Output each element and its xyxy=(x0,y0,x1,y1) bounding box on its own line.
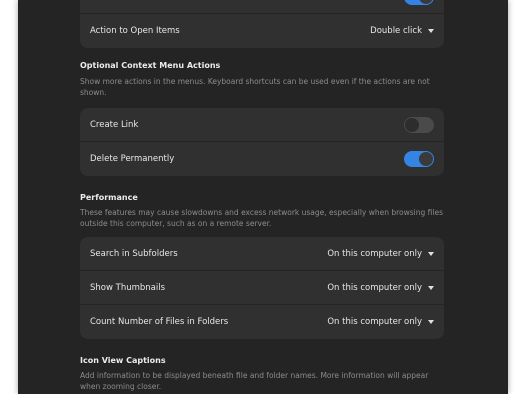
search-subfolders-value: On this computer only xyxy=(327,249,422,259)
icon-view-section-description: Add information to be displayed beneath … xyxy=(80,371,429,391)
hidden-toggle-row xyxy=(80,0,444,14)
toggle-knob xyxy=(419,152,433,166)
action-to-open-label: Action to Open Items xyxy=(90,26,180,36)
chevron-down-icon xyxy=(428,286,434,290)
show-thumbnails-label: Show Thumbnails xyxy=(90,283,166,293)
search-subfolders-dropdown[interactable]: On this computer only xyxy=(327,237,434,271)
show-thumbnails-value: On this computer only xyxy=(327,283,422,293)
count-files-value: On this computer only xyxy=(327,317,422,327)
context-menu-section-title: Optional Context Menu Actions xyxy=(80,61,221,70)
count-files-label: Count Number of Files in Folders xyxy=(90,317,229,327)
performance-section-title: Performance xyxy=(80,193,138,202)
toggle-knob xyxy=(419,0,433,4)
chevron-down-icon xyxy=(428,252,434,256)
count-files-row[interactable]: Count Number of Files in Folders On this… xyxy=(80,305,444,339)
search-subfolders-row[interactable]: Search in Subfolders On this computer on… xyxy=(80,237,444,271)
delete-permanently-row[interactable]: Delete Permanently xyxy=(80,142,444,176)
search-subfolders-label: Search in Subfolders xyxy=(90,249,178,259)
context-menu-section-description: Show more actions in the menus. Keyboard… xyxy=(80,77,430,97)
delete-permanently-label: Delete Permanently xyxy=(90,154,175,164)
performance-section-description: These features may cause slowdowns and e… xyxy=(80,208,443,228)
top-toggle-switch[interactable] xyxy=(404,0,434,5)
action-to-open-value: Double click xyxy=(370,26,422,36)
show-thumbnails-dropdown[interactable]: On this computer only xyxy=(327,271,434,305)
create-link-row[interactable]: Create Link xyxy=(80,108,444,142)
count-files-dropdown[interactable]: On this computer only xyxy=(327,305,434,339)
context-menu-card: Create Link Delete Permanently xyxy=(80,108,444,176)
behavior-card: Action to Open Items Double click xyxy=(80,0,444,48)
delete-permanently-switch[interactable] xyxy=(404,151,434,167)
create-link-switch[interactable] xyxy=(404,117,434,133)
create-link-label: Create Link xyxy=(90,120,139,130)
icon-view-section-title: Icon View Captions xyxy=(80,356,166,365)
chevron-down-icon xyxy=(428,29,434,33)
toggle-knob xyxy=(405,118,419,132)
action-to-open-row[interactable]: Action to Open Items Double click xyxy=(80,14,444,48)
chevron-down-icon xyxy=(428,320,434,324)
show-thumbnails-row[interactable]: Show Thumbnails On this computer only xyxy=(80,271,444,305)
performance-card: Search in Subfolders On this computer on… xyxy=(80,237,444,339)
preferences-window: Action to Open Items Double click Option… xyxy=(18,0,508,394)
action-to-open-dropdown[interactable]: Double click xyxy=(370,14,434,48)
